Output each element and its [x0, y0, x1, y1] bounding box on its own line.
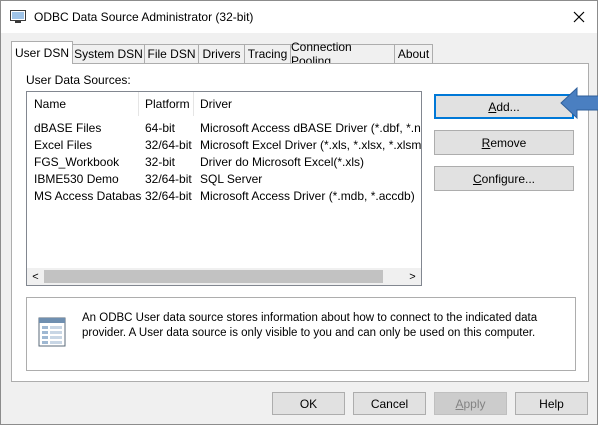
data-source-icon: [38, 317, 66, 347]
odbc-admin-window: ODBC Data Source Administrator (32-bit) …: [0, 0, 598, 425]
info-box: An ODBC User data source stores informat…: [26, 297, 576, 371]
pointer-arrow-icon: [560, 86, 598, 120]
tab-label: About: [397, 47, 430, 61]
remove-label-post: emove: [490, 135, 527, 150]
list-row[interactable]: MS Access Database 32/64-bit Microsoft A…: [27, 188, 421, 205]
close-icon: [573, 11, 585, 23]
column-divider[interactable]: [193, 92, 194, 116]
tab-label: Tracing: [247, 47, 288, 61]
cancel-button[interactable]: Cancel: [353, 392, 426, 415]
row-name: IBME530 Demo: [34, 172, 119, 186]
add-label-post: dd...: [496, 99, 520, 114]
user-dsn-panel: User Data Sources: Name Platform Driver …: [11, 63, 589, 382]
row-driver: SQL Server: [200, 172, 263, 186]
scroll-left-icon: <: [32, 270, 39, 283]
row-name: MS Access Database: [34, 189, 142, 203]
list-row[interactable]: Excel Files 32/64-bit Microsoft Excel Dr…: [27, 137, 421, 154]
list-row[interactable]: IBME530 Demo 32/64-bit SQL Server: [27, 171, 421, 188]
tab-system-dsn[interactable]: System DSN: [72, 44, 145, 63]
tab-label: File DSN: [147, 47, 196, 61]
window-title: ODBC Data Source Administrator (32-bit): [34, 10, 254, 24]
row-name: FGS_Workbook: [34, 155, 120, 169]
scroll-left-button[interactable]: <: [27, 268, 44, 285]
row-driver: Microsoft Access dBASE Driver (*.dbf, *.…: [200, 121, 421, 135]
add-label-mnemonic: A: [488, 99, 497, 114]
cancel-label: Cancel: [370, 396, 409, 411]
apply-button[interactable]: Apply: [434, 392, 507, 415]
row-driver: Driver do Microsoft Excel(*.xls): [200, 155, 365, 169]
row-platform: 32/64-bit: [145, 189, 192, 203]
ok-label: OK: [299, 396, 318, 411]
list-row[interactable]: FGS_Workbook 32-bit Driver do Microsoft …: [27, 154, 421, 171]
apply-label-mnemonic: A: [455, 396, 464, 411]
remove-button[interactable]: Remove: [434, 130, 574, 155]
column-header-name[interactable]: Name: [34, 92, 66, 116]
data-source-list[interactable]: Name Platform Driver dBASE Files 64-bit …: [26, 91, 422, 286]
apply-label-post: pply: [463, 396, 486, 411]
column-header-driver[interactable]: Driver: [200, 92, 232, 116]
tab-label: Drivers: [202, 47, 241, 61]
tab-label: System DSN: [74, 47, 143, 61]
add-button[interactable]: Add...: [434, 94, 574, 119]
configure-button[interactable]: Configure...: [434, 166, 574, 191]
row-driver: Microsoft Excel Driver (*.xls, *.xlsx, *…: [200, 138, 421, 152]
row-platform: 32/64-bit: [145, 138, 192, 152]
remove-label-mnemonic: R: [481, 135, 491, 150]
help-button[interactable]: Help: [515, 392, 588, 415]
user-data-sources-label: User Data Sources:: [26, 73, 131, 87]
odbc-app-icon: [10, 10, 26, 23]
horizontal-scrollbar[interactable]: < >: [27, 268, 421, 285]
tab-label: User DSN: [14, 46, 69, 60]
tab-file-dsn[interactable]: File DSN: [144, 44, 199, 63]
tab-drivers[interactable]: Drivers: [198, 44, 245, 63]
row-platform: 64-bit: [145, 121, 176, 135]
title-bar: ODBC Data Source Administrator (32-bit): [1, 1, 597, 33]
ok-button[interactable]: OK: [272, 392, 345, 415]
row-platform: 32-bit: [145, 155, 176, 169]
info-description: An ODBC User data source stores informat…: [82, 312, 538, 339]
close-button[interactable]: [561, 3, 597, 31]
row-name: Excel Files: [34, 138, 93, 152]
list-row[interactable]: dBASE Files 64-bit Microsoft Access dBAS…: [27, 120, 421, 137]
scroll-right-icon: >: [409, 270, 416, 283]
tab-about[interactable]: About: [394, 44, 433, 63]
configure-label-mnemonic: C: [472, 171, 482, 186]
row-name: dBASE Files: [34, 121, 102, 135]
scrollbar-thumb[interactable]: [44, 270, 383, 283]
tab-tracing[interactable]: Tracing: [244, 44, 291, 63]
tab-user-dsn[interactable]: User DSN: [11, 41, 73, 64]
configure-label-post: onfigure...: [481, 171, 536, 186]
column-header-platform[interactable]: Platform: [145, 92, 190, 116]
scroll-right-button[interactable]: >: [404, 268, 421, 285]
row-driver: Microsoft Access Driver (*.mdb, *.accdb): [200, 189, 415, 203]
column-divider[interactable]: [138, 92, 139, 116]
row-platform: 32/64-bit: [145, 172, 192, 186]
help-label: Help: [539, 396, 564, 411]
tab-connection-pooling[interactable]: Connection Pooling: [290, 40, 395, 68]
